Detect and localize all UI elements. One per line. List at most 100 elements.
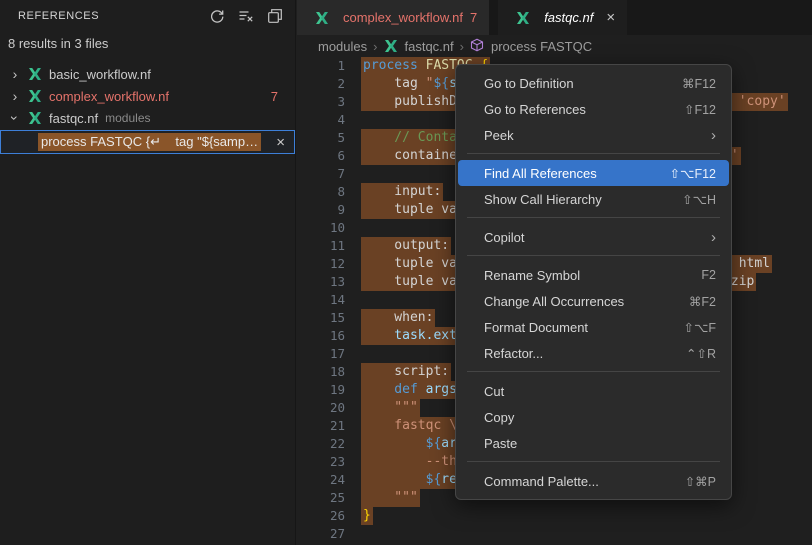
line-number: 24 [297, 471, 363, 489]
tab-label: complex_workflow.nf [343, 10, 463, 25]
references-panel-header: REFERENCES [0, 0, 295, 32]
file-name: fastqc.nf [49, 111, 98, 126]
collapse-all-icon[interactable] [265, 6, 285, 26]
menu-item-format-document[interactable]: Format Document⇧⌥F [458, 314, 729, 340]
editor-context-menu: Go to Definition⌘F12Go to References⇧F12… [455, 64, 732, 500]
tab-divider [489, 0, 498, 35]
line-number: 19 [297, 381, 363, 399]
code-line-27[interactable]: 27 [297, 525, 812, 543]
line-number: 3 [297, 93, 363, 111]
file-row-complex-workflow-nf[interactable]: › complex_workflow.nf 7 [0, 85, 295, 107]
menu-item-copilot[interactable]: Copilot› [458, 224, 729, 250]
line-number: 15 [297, 309, 363, 327]
line-number: 13 [297, 273, 363, 291]
panel-toolbar [207, 6, 285, 26]
menu-item-rename-symbol[interactable]: Rename SymbolF2 [458, 262, 729, 288]
reference-highlight: when: [361, 309, 435, 327]
line-number: 6 [297, 147, 363, 165]
menu-item-shortcut: F2 [701, 268, 716, 282]
line-number: 18 [297, 363, 363, 381]
menu-item-go-to-definition[interactable]: Go to Definition⌘F12 [458, 70, 729, 96]
menu-item-label: Rename Symbol [484, 268, 701, 283]
menu-item-shortcut: ⇧⌥F12 [670, 166, 716, 181]
menu-item-find-all-references[interactable]: Find All References⇧⌥F12 [458, 160, 729, 186]
menu-item-command-palette[interactable]: Command Palette...⇧⌘P [458, 468, 729, 494]
references-panel: REFERENCES 8 results in 3 files ›basic_w… [0, 0, 296, 545]
breadcrumb-label: fastqc.nf [404, 39, 453, 54]
line-number: 7 [297, 165, 363, 183]
reference-result-row[interactable]: process FASTQC {↵ tag "${samp… × [0, 130, 295, 154]
menu-item-label: Format Document [484, 320, 683, 335]
menu-item-refactor[interactable]: Refactor...⌃⇧R [458, 340, 729, 366]
menu-item-shortcut: ⇧F12 [684, 102, 716, 117]
menu-item-shortcut: ⇧⌘P [685, 474, 716, 489]
reference-highlight: input: [361, 183, 443, 201]
menu-item-go-to-references[interactable]: Go to References⇧F12 [458, 96, 729, 122]
file-row-basic-workflow-nf[interactable]: ›basic_workflow.nf [0, 63, 295, 85]
chevron-right-icon[interactable]: › [8, 89, 22, 103]
code-line-26[interactable]: 26} [297, 507, 812, 525]
menu-item-cut[interactable]: Cut [458, 378, 729, 404]
reference-highlight: } [361, 507, 373, 525]
tab-label: fastqc.nf [544, 10, 593, 25]
breadcrumb-separator-icon: › [373, 39, 377, 54]
line-number: 20 [297, 399, 363, 417]
menu-item-label: Go to Definition [484, 76, 682, 91]
line-number: 9 [297, 201, 363, 219]
line-number: 10 [297, 219, 363, 237]
tab-complex-workflow[interactable]: complex_workflow.nf 7 [297, 0, 489, 35]
menu-item-change-all-occurrences[interactable]: Change All Occurrences⌘F2 [458, 288, 729, 314]
menu-item-label: Cut [484, 384, 716, 399]
nextflow-icon [383, 38, 399, 54]
line-number: 21 [297, 417, 363, 435]
menu-item-shortcut: ⌘F2 [689, 294, 716, 309]
submenu-arrow-icon: › [711, 229, 716, 246]
menu-item-copy[interactable]: Copy [458, 404, 729, 430]
tab-close-icon[interactable]: × [606, 9, 615, 26]
menu-item-label: Change All Occurrences [484, 294, 689, 309]
clear-all-icon[interactable] [236, 6, 256, 26]
submenu-arrow-icon: › [711, 127, 716, 144]
menu-item-show-call-hierarchy[interactable]: Show Call Hierarchy⇧⌥H [458, 186, 729, 212]
breadcrumb: modules›fastqc.nf›process FASTQC [297, 35, 812, 57]
menu-item-label: Paste [484, 436, 716, 451]
reference-highlight: fastqc \ [361, 417, 459, 435]
line-number: 26 [297, 507, 363, 525]
references-tree: ›basic_workflow.nf›complex_workflow.nf7›… [0, 63, 295, 129]
file-row-fastqc-nf[interactable]: › fastqc.nf modules [0, 107, 295, 129]
breadcrumb-item-fastqc-nf[interactable]: fastqc.nf [383, 38, 453, 54]
refresh-icon[interactable] [207, 6, 227, 26]
menu-separator [467, 153, 720, 154]
reference-highlight: output: [361, 237, 451, 255]
tab-bar: complex_workflow.nf 7 fastqc.nf × [297, 0, 812, 35]
line-number: 25 [297, 489, 363, 507]
results-summary: 8 results in 3 files [0, 32, 295, 63]
line-number: 17 [297, 345, 363, 363]
menu-item-label: Find All References [484, 166, 670, 181]
chevron-down-icon[interactable]: › [8, 111, 22, 125]
tab-fastqc[interactable]: fastqc.nf × [498, 0, 627, 35]
menu-separator [467, 255, 720, 256]
menu-item-label: Show Call Hierarchy [484, 192, 682, 207]
reference-highlight: """ [361, 399, 420, 417]
breadcrumb-item-modules[interactable]: modules [318, 39, 367, 54]
symbol-cube-icon [470, 38, 486, 54]
menu-item-shortcut: ⇧⌥F [683, 320, 716, 335]
chevron-right-icon[interactable]: › [8, 67, 22, 81]
line-number: 27 [297, 525, 363, 543]
nextflow-file-icon [515, 10, 531, 26]
dismiss-result-icon[interactable]: × [276, 134, 285, 151]
reference-highlight: script: [361, 363, 451, 381]
nextflow-file-icon [27, 110, 43, 126]
breadcrumb-item-process-fastqc[interactable]: process FASTQC [470, 38, 592, 54]
nextflow-file-icon [27, 66, 43, 82]
breadcrumb-label: modules [318, 39, 367, 54]
reference-result-text: process FASTQC {↵ tag "${samp… [38, 133, 261, 151]
file-folder-description: modules [105, 111, 150, 125]
file-name: complex_workflow.nf [49, 89, 169, 104]
menu-item-paste[interactable]: Paste [458, 430, 729, 456]
line-number: 14 [297, 291, 363, 309]
result-count-badge: 7 [271, 89, 278, 104]
menu-item-peek[interactable]: Peek› [458, 122, 729, 148]
line-number: 12 [297, 255, 363, 273]
